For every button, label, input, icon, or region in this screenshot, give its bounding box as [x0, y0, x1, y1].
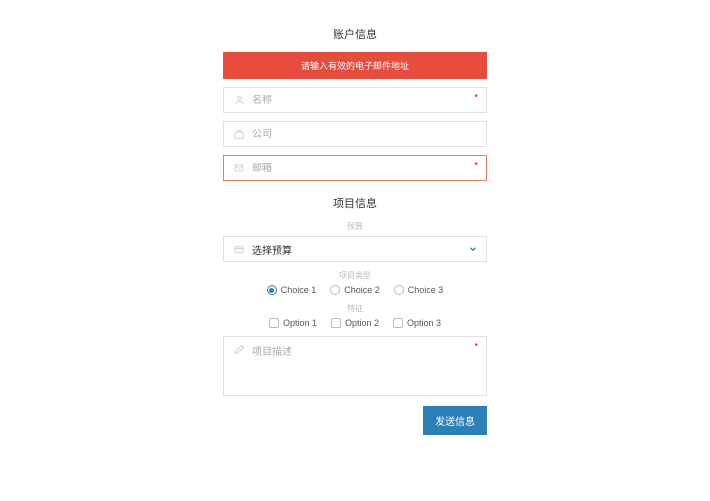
briefcase-icon — [232, 129, 246, 140]
form-container: 账户信息 请输入有效的电子邮件地址 • • 项目信息 预算 — [223, 0, 487, 435]
choice-1[interactable]: Choice 1 — [267, 285, 317, 295]
required-dot: • — [474, 160, 478, 170]
radio-icon — [267, 285, 277, 295]
chevron-down-icon — [468, 244, 478, 254]
submit-button[interactable]: 发送信息 — [423, 406, 487, 435]
section-title-account: 账户信息 — [223, 26, 487, 42]
section-title-project: 项目信息 — [223, 195, 487, 211]
radio-icon — [394, 285, 404, 295]
email-field: • — [223, 155, 487, 181]
pencil-icon — [232, 343, 246, 389]
company-input[interactable] — [252, 129, 478, 140]
radio-icon — [330, 285, 340, 295]
budget-select[interactable]: 选择预算 — [223, 236, 487, 262]
checkbox-icon — [269, 318, 279, 328]
choice-2[interactable]: Choice 2 — [330, 285, 380, 295]
option-label: Option 2 — [345, 318, 379, 328]
choice-label: Choice 1 — [281, 285, 317, 295]
budget-select-text: 选择预算 — [252, 242, 468, 257]
name-input[interactable] — [252, 95, 478, 106]
required-dot: • — [474, 92, 478, 102]
choice-radio-group: Choice 1 Choice 2 Choice 3 — [223, 285, 487, 295]
company-input-box[interactable] — [223, 121, 487, 147]
choice-label: Choice 3 — [408, 285, 444, 295]
name-field: • — [223, 87, 487, 113]
feature-label: 特征 — [223, 303, 487, 314]
option-label: Option 3 — [407, 318, 441, 328]
user-icon — [232, 94, 246, 106]
option-label: Option 1 — [283, 318, 317, 328]
description-textarea[interactable] — [252, 343, 478, 389]
option-3[interactable]: Option 3 — [393, 318, 441, 328]
checkbox-icon — [393, 318, 403, 328]
choice-3[interactable]: Choice 3 — [394, 285, 444, 295]
email-input[interactable] — [252, 163, 478, 174]
button-row: 发送信息 — [223, 406, 487, 435]
description-box[interactable]: • — [223, 336, 487, 396]
choice-label: Choice 2 — [344, 285, 380, 295]
wallet-icon — [232, 244, 246, 255]
option-1[interactable]: Option 1 — [269, 318, 317, 328]
type-label: 项目类型 — [223, 270, 487, 281]
name-input-box[interactable]: • — [223, 87, 487, 113]
mail-icon — [232, 163, 246, 173]
option-2[interactable]: Option 2 — [331, 318, 379, 328]
email-input-box[interactable]: • — [223, 155, 487, 181]
budget-label: 预算 — [223, 221, 487, 232]
checkbox-icon — [331, 318, 341, 328]
required-dot: • — [474, 341, 478, 351]
error-alert: 请输入有效的电子邮件地址 — [223, 52, 487, 79]
company-field — [223, 121, 487, 147]
option-check-group: Option 1 Option 2 Option 3 — [223, 318, 487, 328]
